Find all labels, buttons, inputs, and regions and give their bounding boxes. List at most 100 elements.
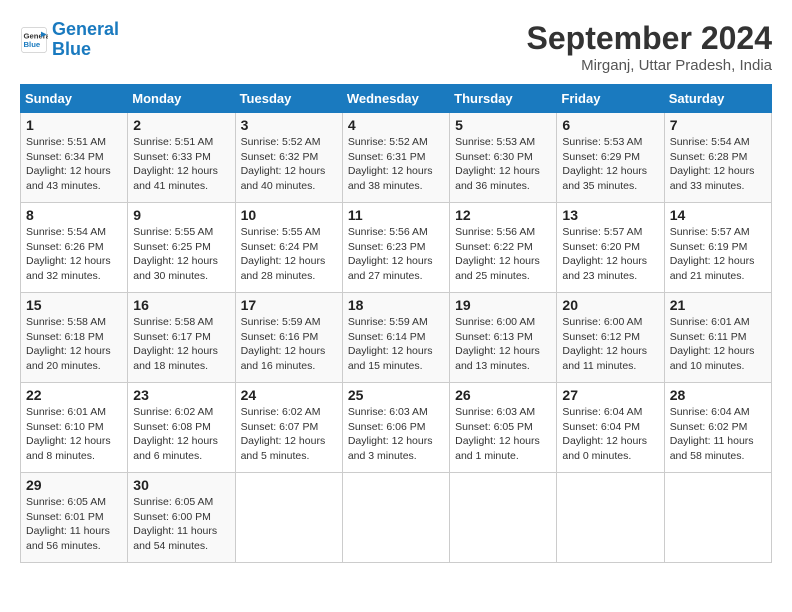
col-header-thursday: Thursday: [450, 85, 557, 113]
calendar-cell: 21 Sunrise: 6:01 AM Sunset: 6:11 PM Dayl…: [664, 293, 771, 383]
day-number: 21: [670, 297, 766, 313]
day-info: Sunrise: 6:05 AM Sunset: 6:01 PM Dayligh…: [26, 495, 122, 554]
day-info: Sunrise: 5:56 AM Sunset: 6:23 PM Dayligh…: [348, 225, 444, 284]
svg-text:General: General: [24, 31, 49, 40]
day-info: Sunrise: 5:55 AM Sunset: 6:25 PM Dayligh…: [133, 225, 229, 284]
calendar-cell: 1 Sunrise: 5:51 AM Sunset: 6:34 PM Dayli…: [21, 113, 128, 203]
day-number: 23: [133, 387, 229, 403]
title-block: September 2024 Mirganj, Uttar Pradesh, I…: [527, 20, 772, 74]
day-number: 1: [26, 117, 122, 133]
calendar-cell: 13 Sunrise: 5:57 AM Sunset: 6:20 PM Dayl…: [557, 203, 664, 293]
day-info: Sunrise: 5:52 AM Sunset: 6:32 PM Dayligh…: [241, 135, 337, 194]
day-info: Sunrise: 6:04 AM Sunset: 6:02 PM Dayligh…: [670, 405, 766, 464]
day-info: Sunrise: 6:03 AM Sunset: 6:05 PM Dayligh…: [455, 405, 551, 464]
day-info: Sunrise: 6:01 AM Sunset: 6:10 PM Dayligh…: [26, 405, 122, 464]
calendar-cell: 28 Sunrise: 6:04 AM Sunset: 6:02 PM Dayl…: [664, 383, 771, 473]
day-info: Sunrise: 5:51 AM Sunset: 6:33 PM Dayligh…: [133, 135, 229, 194]
calendar-cell: 6 Sunrise: 5:53 AM Sunset: 6:29 PM Dayli…: [557, 113, 664, 203]
page-header: General Blue GeneralBlue September 2024 …: [20, 20, 772, 74]
month-title: September 2024: [527, 20, 772, 57]
day-info: Sunrise: 6:05 AM Sunset: 6:00 PM Dayligh…: [133, 495, 229, 554]
day-number: 7: [670, 117, 766, 133]
logo: General Blue GeneralBlue: [20, 20, 119, 60]
calendar-cell: 5 Sunrise: 5:53 AM Sunset: 6:30 PM Dayli…: [450, 113, 557, 203]
day-info: Sunrise: 5:53 AM Sunset: 6:29 PM Dayligh…: [562, 135, 658, 194]
day-info: Sunrise: 6:01 AM Sunset: 6:11 PM Dayligh…: [670, 315, 766, 374]
col-header-monday: Monday: [128, 85, 235, 113]
calendar-cell: 11 Sunrise: 5:56 AM Sunset: 6:23 PM Dayl…: [342, 203, 449, 293]
col-header-tuesday: Tuesday: [235, 85, 342, 113]
day-number: 19: [455, 297, 551, 313]
day-info: Sunrise: 5:58 AM Sunset: 6:17 PM Dayligh…: [133, 315, 229, 374]
day-info: Sunrise: 6:00 AM Sunset: 6:13 PM Dayligh…: [455, 315, 551, 374]
day-info: Sunrise: 5:52 AM Sunset: 6:31 PM Dayligh…: [348, 135, 444, 194]
day-info: Sunrise: 5:58 AM Sunset: 6:18 PM Dayligh…: [26, 315, 122, 374]
day-info: Sunrise: 5:56 AM Sunset: 6:22 PM Dayligh…: [455, 225, 551, 284]
day-number: 28: [670, 387, 766, 403]
calendar-cell: 2 Sunrise: 5:51 AM Sunset: 6:33 PM Dayli…: [128, 113, 235, 203]
day-info: Sunrise: 5:55 AM Sunset: 6:24 PM Dayligh…: [241, 225, 337, 284]
day-number: 27: [562, 387, 658, 403]
day-number: 26: [455, 387, 551, 403]
day-number: 5: [455, 117, 551, 133]
calendar-cell: 22 Sunrise: 6:01 AM Sunset: 6:10 PM Dayl…: [21, 383, 128, 473]
calendar-cell: 8 Sunrise: 5:54 AM Sunset: 6:26 PM Dayli…: [21, 203, 128, 293]
day-info: Sunrise: 5:59 AM Sunset: 6:14 PM Dayligh…: [348, 315, 444, 374]
svg-text:Blue: Blue: [24, 40, 41, 49]
calendar-cell: 20 Sunrise: 6:00 AM Sunset: 6:12 PM Dayl…: [557, 293, 664, 383]
calendar-cell: 29 Sunrise: 6:05 AM Sunset: 6:01 PM Dayl…: [21, 473, 128, 563]
day-info: Sunrise: 6:03 AM Sunset: 6:06 PM Dayligh…: [348, 405, 444, 464]
day-info: Sunrise: 6:04 AM Sunset: 6:04 PM Dayligh…: [562, 405, 658, 464]
calendar-cell: 3 Sunrise: 5:52 AM Sunset: 6:32 PM Dayli…: [235, 113, 342, 203]
day-number: 6: [562, 117, 658, 133]
calendar-week-1: 1 Sunrise: 5:51 AM Sunset: 6:34 PM Dayli…: [21, 113, 772, 203]
day-number: 25: [348, 387, 444, 403]
calendar-cell: 14 Sunrise: 5:57 AM Sunset: 6:19 PM Dayl…: [664, 203, 771, 293]
day-number: 20: [562, 297, 658, 313]
day-info: Sunrise: 6:02 AM Sunset: 6:08 PM Dayligh…: [133, 405, 229, 464]
calendar-cell: 23 Sunrise: 6:02 AM Sunset: 6:08 PM Dayl…: [128, 383, 235, 473]
calendar-cell: 27 Sunrise: 6:04 AM Sunset: 6:04 PM Dayl…: [557, 383, 664, 473]
day-number: 18: [348, 297, 444, 313]
day-number: 3: [241, 117, 337, 133]
location: Mirganj, Uttar Pradesh, India: [527, 57, 772, 74]
calendar-week-3: 15 Sunrise: 5:58 AM Sunset: 6:18 PM Dayl…: [21, 293, 772, 383]
day-number: 22: [26, 387, 122, 403]
calendar-cell: 19 Sunrise: 6:00 AM Sunset: 6:13 PM Dayl…: [450, 293, 557, 383]
day-info: Sunrise: 5:57 AM Sunset: 6:20 PM Dayligh…: [562, 225, 658, 284]
calendar-cell: 30 Sunrise: 6:05 AM Sunset: 6:00 PM Dayl…: [128, 473, 235, 563]
calendar-table: SundayMondayTuesdayWednesdayThursdayFrid…: [20, 84, 772, 563]
day-number: 12: [455, 207, 551, 223]
calendar-cell: 7 Sunrise: 5:54 AM Sunset: 6:28 PM Dayli…: [664, 113, 771, 203]
calendar-week-5: 29 Sunrise: 6:05 AM Sunset: 6:01 PM Dayl…: [21, 473, 772, 563]
day-number: 9: [133, 207, 229, 223]
col-header-sunday: Sunday: [21, 85, 128, 113]
col-header-saturday: Saturday: [664, 85, 771, 113]
day-info: Sunrise: 5:54 AM Sunset: 6:26 PM Dayligh…: [26, 225, 122, 284]
day-number: 15: [26, 297, 122, 313]
calendar-cell: 26 Sunrise: 6:03 AM Sunset: 6:05 PM Dayl…: [450, 383, 557, 473]
calendar-cell: [235, 473, 342, 563]
day-number: 13: [562, 207, 658, 223]
calendar-cell: [342, 473, 449, 563]
day-info: Sunrise: 5:51 AM Sunset: 6:34 PM Dayligh…: [26, 135, 122, 194]
col-header-wednesday: Wednesday: [342, 85, 449, 113]
day-info: Sunrise: 6:00 AM Sunset: 6:12 PM Dayligh…: [562, 315, 658, 374]
calendar-cell: 25 Sunrise: 6:03 AM Sunset: 6:06 PM Dayl…: [342, 383, 449, 473]
calendar-week-2: 8 Sunrise: 5:54 AM Sunset: 6:26 PM Dayli…: [21, 203, 772, 293]
day-number: 30: [133, 477, 229, 493]
day-number: 4: [348, 117, 444, 133]
logo-icon: General Blue: [20, 26, 48, 54]
calendar-cell: 17 Sunrise: 5:59 AM Sunset: 6:16 PM Dayl…: [235, 293, 342, 383]
day-number: 8: [26, 207, 122, 223]
logo-text: GeneralBlue: [52, 20, 119, 60]
day-number: 2: [133, 117, 229, 133]
day-info: Sunrise: 6:02 AM Sunset: 6:07 PM Dayligh…: [241, 405, 337, 464]
calendar-cell: [664, 473, 771, 563]
day-info: Sunrise: 5:59 AM Sunset: 6:16 PM Dayligh…: [241, 315, 337, 374]
day-number: 10: [241, 207, 337, 223]
day-info: Sunrise: 5:54 AM Sunset: 6:28 PM Dayligh…: [670, 135, 766, 194]
calendar-week-4: 22 Sunrise: 6:01 AM Sunset: 6:10 PM Dayl…: [21, 383, 772, 473]
calendar-cell: 9 Sunrise: 5:55 AM Sunset: 6:25 PM Dayli…: [128, 203, 235, 293]
calendar-cell: [557, 473, 664, 563]
